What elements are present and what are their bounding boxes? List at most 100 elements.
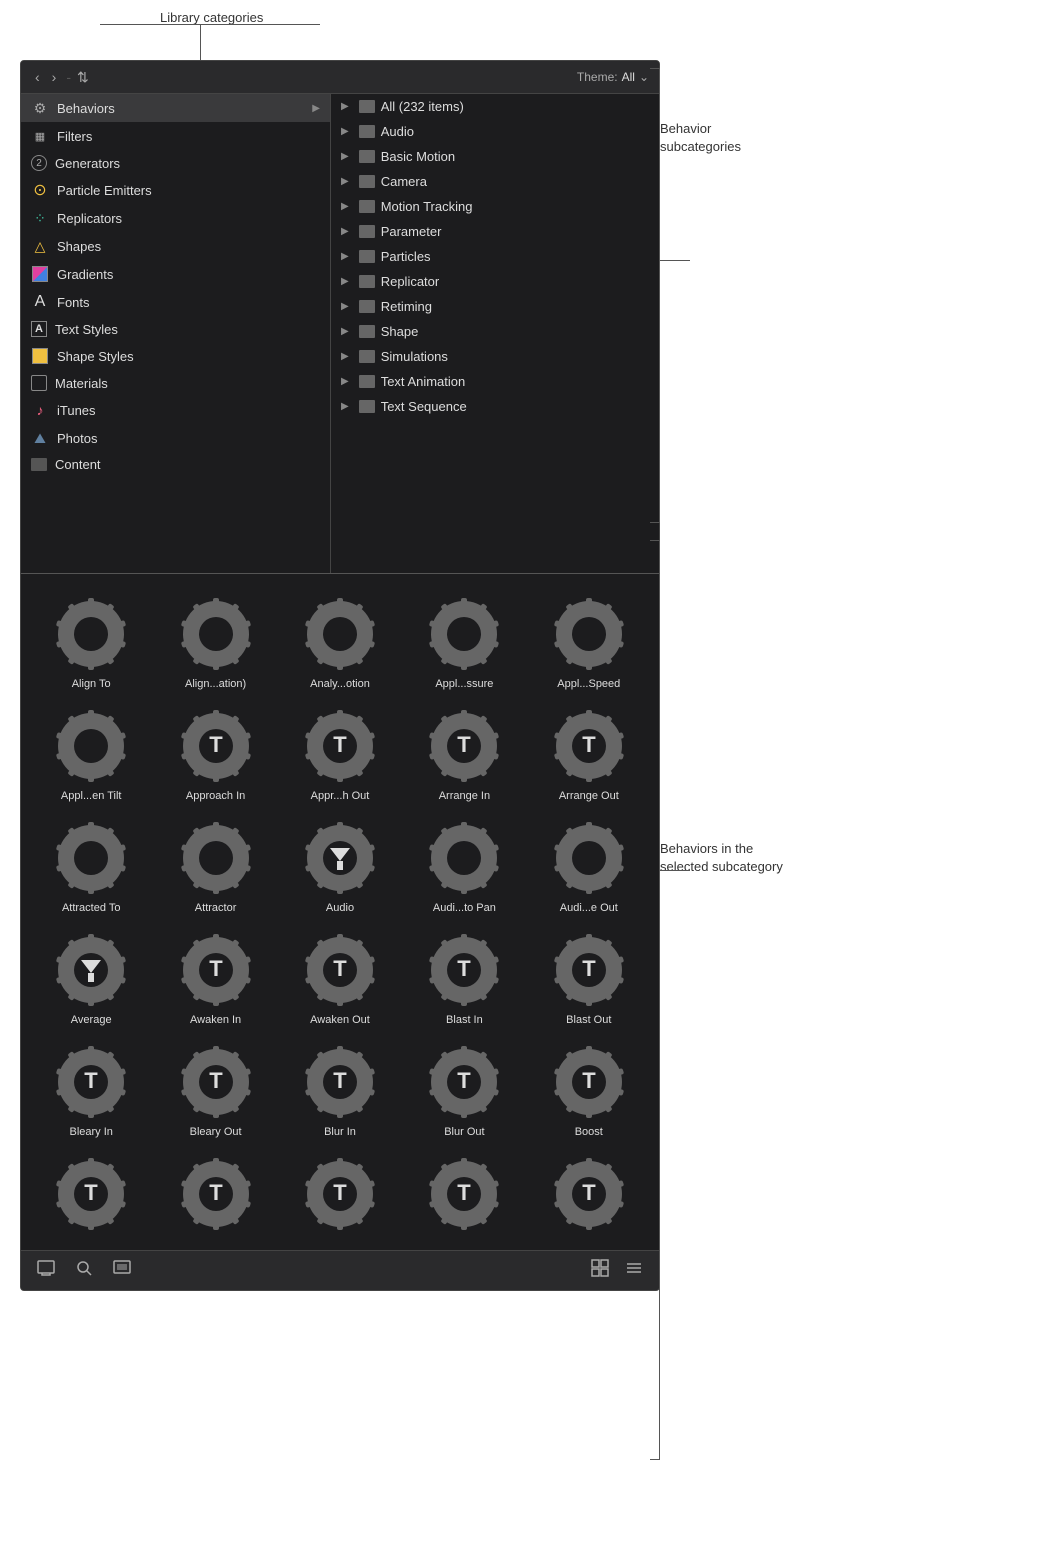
behavior-item-11[interactable]: Attractor	[157, 814, 273, 918]
sidebar-item-content[interactable]: Content	[21, 452, 330, 477]
sidebar-item-text-styles[interactable]: A Text Styles	[21, 316, 330, 342]
category-shape[interactable]: ▶ Shape	[331, 319, 659, 344]
behavior-item-25[interactable]: T	[33, 1150, 149, 1242]
behavior-item-15[interactable]: Average	[33, 926, 149, 1030]
nav-up-down[interactable]: ⇅	[77, 69, 89, 86]
behavior-item-27[interactable]: T	[282, 1150, 398, 1242]
svg-text:T: T	[333, 956, 347, 981]
sidebar-item-itunes[interactable]: ♪ iTunes	[21, 396, 330, 424]
sidebar-item-replicators[interactable]: ⁘ Replicators	[21, 204, 330, 232]
gear-icon-15	[51, 930, 131, 1010]
behavior-label-16: Awaken In	[190, 1014, 241, 1026]
import-button[interactable]	[33, 1257, 59, 1284]
sidebar-item-photos[interactable]: ⛰ Photos	[21, 424, 330, 452]
sidebar-item-shapes[interactable]: △ Shapes	[21, 232, 330, 260]
gear-icon-12	[300, 818, 380, 898]
category-label-replicator: Replicator	[381, 274, 440, 289]
cat-arrow-replicator: ▶	[341, 276, 349, 287]
sidebar-arrow-behaviors: ▶	[312, 103, 320, 114]
behavior-item-24[interactable]: TBoost	[531, 1038, 647, 1142]
sidebar-item-shape-styles[interactable]: Shape Styles	[21, 342, 330, 370]
behavior-item-3[interactable]: Appl...ssure	[406, 590, 522, 694]
behavior-label-9: Arrange Out	[559, 790, 619, 802]
category-audio[interactable]: ▶ Audio	[331, 119, 659, 144]
category-camera[interactable]: ▶ Camera	[331, 169, 659, 194]
gear-icon-4	[549, 594, 629, 674]
sidebar-label-gradients: Gradients	[57, 267, 320, 282]
behavior-item-22[interactable]: TBlur In	[282, 1038, 398, 1142]
grid-view-button[interactable]	[587, 1257, 613, 1284]
behavior-item-26[interactable]: T	[157, 1150, 273, 1242]
behavior-item-13[interactable]: Audi...to Pan	[406, 814, 522, 918]
behavior-item-19[interactable]: TBlast Out	[531, 926, 647, 1030]
svg-text:T: T	[84, 1068, 98, 1093]
forward-button[interactable]: ›	[48, 67, 61, 87]
behavior-label-15: Average	[71, 1014, 112, 1026]
category-simulations[interactable]: ▶ Simulations	[331, 344, 659, 369]
sidebar-item-filters[interactable]: ▦ Filters	[21, 122, 330, 150]
category-label-basic-motion: Basic Motion	[381, 149, 455, 164]
behavior-item-16[interactable]: TAwaken In	[157, 926, 273, 1030]
sidebar-label-behaviors: Behaviors	[57, 101, 304, 116]
category-replicator[interactable]: ▶ Replicator	[331, 269, 659, 294]
cat-arrow-shape: ▶	[341, 326, 349, 337]
behavior-item-23[interactable]: TBlur Out	[406, 1038, 522, 1142]
behavior-item-5[interactable]: Appl...en Tilt	[33, 702, 149, 806]
behavior-item-21[interactable]: TBleary Out	[157, 1038, 273, 1142]
gear-icon-5	[51, 706, 131, 786]
preview-button[interactable]	[109, 1257, 135, 1284]
behavior-item-17[interactable]: TAwaken Out	[282, 926, 398, 1030]
gear-icon-24: T	[549, 1042, 629, 1122]
behavior-item-2[interactable]: Analy...otion	[282, 590, 398, 694]
behavior-item-10[interactable]: Attracted To	[33, 814, 149, 918]
sidebar-label-particle-emitters: Particle Emitters	[57, 183, 320, 198]
category-particles[interactable]: ▶ Particles	[331, 244, 659, 269]
behavior-item-29[interactable]: T	[531, 1150, 647, 1242]
list-view-button[interactable]	[621, 1257, 647, 1284]
sidebar-label-filters: Filters	[57, 129, 320, 144]
category-all[interactable]: ▶ All (232 items)	[331, 94, 659, 119]
sidebar-item-materials[interactable]: Materials	[21, 370, 330, 396]
category-label-simulations: Simulations	[381, 349, 448, 364]
sidebar-item-behaviors[interactable]: ⚙ Behaviors ▶	[21, 94, 330, 122]
behavior-item-0[interactable]: Align To	[33, 590, 149, 694]
behavior-item-20[interactable]: TBleary In	[33, 1038, 149, 1142]
materials-icon	[31, 375, 47, 391]
gear-icon-1	[176, 594, 256, 674]
behavior-item-9[interactable]: TArrange Out	[531, 702, 647, 806]
sidebar-label-replicators: Replicators	[57, 211, 320, 226]
search-button[interactable]	[71, 1257, 97, 1284]
behavior-item-6[interactable]: TApproach In	[157, 702, 273, 806]
theme-selector[interactable]: Theme: All ⌄	[577, 70, 649, 84]
category-label-motion-tracking: Motion Tracking	[381, 199, 473, 214]
bracket-subcategories	[650, 68, 660, 523]
category-parameter[interactable]: ▶ Parameter	[331, 219, 659, 244]
behavior-item-1[interactable]: Align...ation)	[157, 590, 273, 694]
sidebar-item-particle-emitters[interactable]: ⊙ Particle Emitters	[21, 176, 330, 204]
category-retiming[interactable]: ▶ Retiming	[331, 294, 659, 319]
sidebar-item-fonts[interactable]: A Fonts	[21, 288, 330, 316]
behavior-item-7[interactable]: TAppr...h Out	[282, 702, 398, 806]
category-label-retiming: Retiming	[381, 299, 432, 314]
category-folder-retiming	[359, 300, 375, 313]
behavior-item-28[interactable]: T	[406, 1150, 522, 1242]
back-button[interactable]: ‹	[31, 67, 44, 87]
sidebar-label-generators: Generators	[55, 156, 320, 171]
behavior-item-18[interactable]: TBlast In	[406, 926, 522, 1030]
behavior-item-12[interactable]: Audio	[282, 814, 398, 918]
category-label-particles: Particles	[381, 249, 431, 264]
category-label-text-animation: Text Animation	[381, 374, 466, 389]
category-basic-motion[interactable]: ▶ Basic Motion	[331, 144, 659, 169]
behavior-item-8[interactable]: TArrange In	[406, 702, 522, 806]
behavior-item-14[interactable]: Audi...e Out	[531, 814, 647, 918]
category-text-animation[interactable]: ▶ Text Animation	[331, 369, 659, 394]
sidebar-item-gradients[interactable]: Gradients	[21, 260, 330, 288]
annotation-behavior-subcategories: Behavior subcategories	[660, 120, 741, 156]
category-folder-shape	[359, 325, 375, 338]
category-motion-tracking[interactable]: ▶ Motion Tracking	[331, 194, 659, 219]
gear-icon-2	[300, 594, 380, 674]
behavior-item-4[interactable]: Appl...Speed	[531, 590, 647, 694]
category-text-sequence[interactable]: ▶ Text Sequence	[331, 394, 659, 419]
sidebar-item-generators[interactable]: 2 Generators	[21, 150, 330, 176]
behavior-label-8: Arrange In	[439, 790, 490, 802]
